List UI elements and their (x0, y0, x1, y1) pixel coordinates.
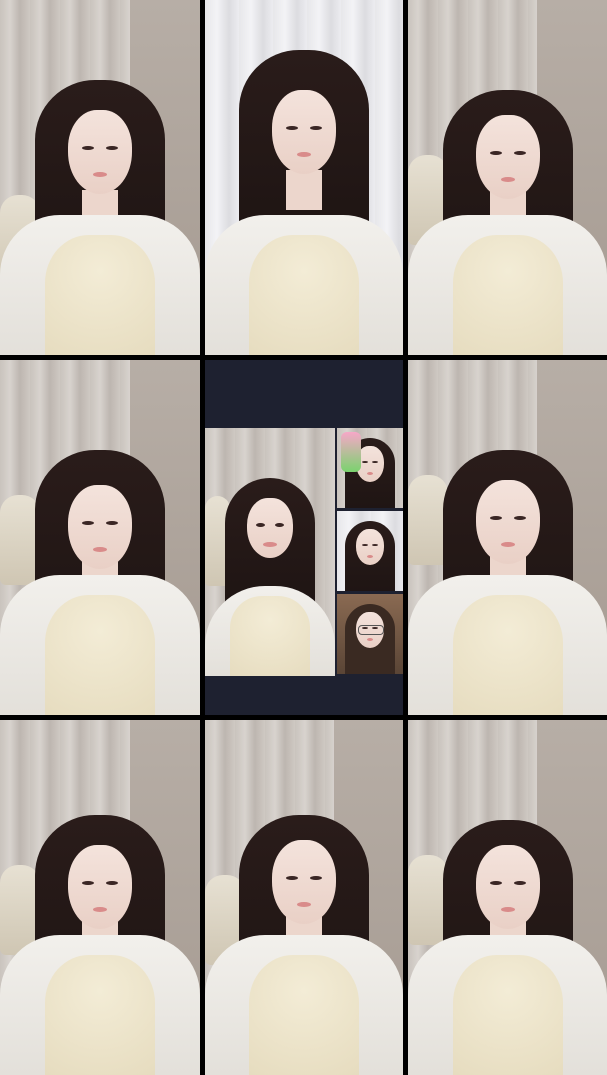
side-video-1 (337, 428, 403, 508)
main-video (205, 428, 335, 676)
lace-top (45, 955, 155, 1075)
lace-top (452, 955, 563, 1075)
neck (286, 170, 322, 210)
portrait-scene (408, 0, 607, 355)
grid-tile-1 (0, 0, 200, 355)
portrait-scene (0, 360, 200, 715)
photo-grid (0, 0, 607, 1075)
grid-tile-9 (408, 720, 607, 1075)
sticker-overlay (341, 432, 361, 472)
lace-top (249, 235, 359, 355)
face (475, 115, 540, 199)
grid-tile-8 (205, 720, 403, 1075)
portrait-scene (408, 360, 607, 715)
lace-top (452, 595, 563, 715)
face (475, 845, 540, 929)
face (247, 498, 293, 558)
side-video-2 (337, 511, 403, 591)
portrait-scene (337, 594, 403, 674)
lace-top (45, 595, 155, 715)
portrait-scene (205, 428, 335, 676)
portrait-scene (337, 428, 403, 508)
grid-tile-6 (408, 360, 607, 715)
lace-top (230, 596, 310, 676)
face (356, 612, 384, 648)
grid-tile-7 (0, 720, 200, 1075)
face (356, 529, 384, 565)
grid-tile-4 (0, 360, 200, 715)
side-video-3 (337, 594, 403, 674)
portrait-scene (205, 720, 403, 1075)
face (68, 845, 132, 929)
face (272, 90, 336, 174)
face (272, 840, 336, 924)
grid-tile-5 (205, 360, 403, 715)
portrait-scene (0, 720, 200, 1075)
grid-tile-3 (408, 0, 607, 355)
grid-tile-2 (205, 0, 403, 355)
lace-top (45, 235, 155, 355)
portrait-scene (0, 0, 200, 355)
portrait-scene (337, 511, 403, 591)
glasses-icon (358, 625, 384, 635)
portrait-scene (205, 0, 403, 355)
portrait-scene (408, 720, 607, 1075)
face (68, 485, 132, 569)
lace-top (249, 955, 359, 1075)
lace-top (452, 235, 563, 355)
chair (0, 495, 40, 585)
face (68, 110, 132, 194)
face (475, 480, 540, 564)
